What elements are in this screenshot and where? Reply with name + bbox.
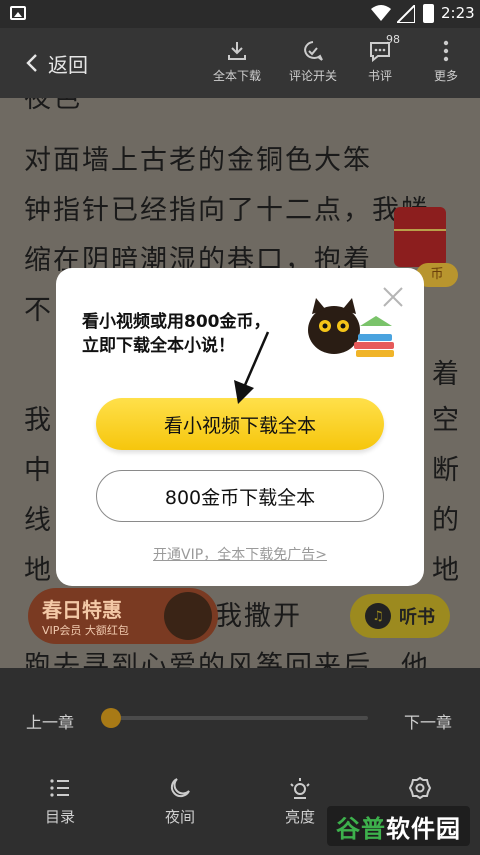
download-icon bbox=[228, 42, 246, 60]
tool-comment-toggle[interactable]: 评论开关 bbox=[278, 38, 348, 84]
nav-brightness[interactable]: 亮度 bbox=[270, 776, 330, 827]
text-line: 地 bbox=[432, 555, 461, 586]
settings-icon bbox=[408, 776, 432, 800]
more-icon bbox=[443, 40, 449, 62]
brightness-icon bbox=[290, 778, 310, 799]
vip-link[interactable]: 开通VIP，全本下载免广告> bbox=[56, 544, 424, 564]
tool-label: 全本下载 bbox=[212, 69, 261, 83]
watermark-suffix: 软件园 bbox=[386, 814, 461, 843]
back-label: 返回 bbox=[48, 52, 88, 77]
listen-button[interactable]: ♫ 听书 bbox=[350, 594, 450, 638]
watermark-prefix: 谷普 bbox=[336, 814, 386, 843]
text-line: 断 bbox=[432, 455, 461, 486]
slider-thumb[interactable] bbox=[101, 708, 121, 728]
status-bar: 2:23 bbox=[0, 0, 480, 28]
text-line: 对面墙上古老的金铜色大笨 bbox=[24, 145, 372, 176]
nav-label: 夜间 bbox=[164, 808, 195, 826]
chevron-left-icon bbox=[26, 54, 37, 72]
comment-toggle-icon bbox=[304, 41, 323, 61]
back-button[interactable]: 返回 bbox=[26, 48, 88, 78]
review-count-badge: 98 bbox=[386, 33, 400, 46]
image-notification-icon bbox=[10, 6, 26, 20]
text-line: 空 bbox=[432, 405, 461, 436]
prev-chapter-button[interactable]: 上一章 bbox=[26, 709, 74, 733]
night-mode-icon bbox=[170, 778, 190, 798]
chapter-progress-slider[interactable] bbox=[108, 716, 368, 720]
tool-more[interactable]: 更多 bbox=[411, 38, 480, 84]
text-line: 的 bbox=[432, 505, 461, 536]
nav-label: 亮度 bbox=[284, 808, 315, 826]
spring-subtitle: VIP会员 大额红包 bbox=[42, 624, 129, 637]
battery-icon bbox=[423, 4, 434, 23]
tool-download-all[interactable]: 全本下载 bbox=[202, 38, 272, 84]
catalog-icon bbox=[50, 779, 69, 797]
status-time: 2:23 bbox=[441, 4, 475, 22]
text-line: 着 bbox=[432, 359, 461, 390]
tool-label: 书评 bbox=[367, 69, 392, 83]
coins-download-button[interactable]: 800金币下载全本 bbox=[96, 470, 384, 522]
text-line: 跑去寻到心爱的风筝回来后，他 bbox=[24, 651, 430, 668]
headphones-icon: ♫ bbox=[365, 603, 391, 629]
listen-label: 听书 bbox=[399, 607, 435, 628]
text-line: 夜色 bbox=[24, 98, 82, 114]
watermark-logo: 谷普 软件园 bbox=[327, 806, 470, 846]
red-packet-icon[interactable] bbox=[394, 207, 446, 267]
arrow-pointer-icon bbox=[234, 331, 270, 404]
close-icon[interactable] bbox=[380, 284, 406, 310]
top-bar: 返回 全本下载 评论开关 98 书评 更多 bbox=[0, 28, 480, 98]
cat-mascot-icon bbox=[164, 592, 212, 640]
signal-icon bbox=[397, 5, 415, 23]
tool-label: 评论开关 bbox=[288, 69, 337, 83]
spring-promo-banner[interactable]: 春日特惠 VIP会员 大额红包 bbox=[28, 588, 218, 644]
nav-catalog[interactable]: 目录 bbox=[30, 776, 90, 827]
next-chapter-button[interactable]: 下一章 bbox=[404, 709, 452, 733]
tool-label: 更多 bbox=[433, 69, 458, 83]
nav-label: 目录 bbox=[44, 808, 75, 826]
download-dialog: 看小视频或用800金币， 立即下载全本小说！ 看小视频下载全本 800金币下载全… bbox=[56, 268, 424, 586]
nav-night-mode[interactable]: 夜间 bbox=[150, 776, 210, 827]
tool-review[interactable]: 98 书评 bbox=[345, 33, 415, 84]
spring-title: 春日特惠 bbox=[42, 598, 122, 622]
wifi-icon bbox=[371, 5, 391, 21]
